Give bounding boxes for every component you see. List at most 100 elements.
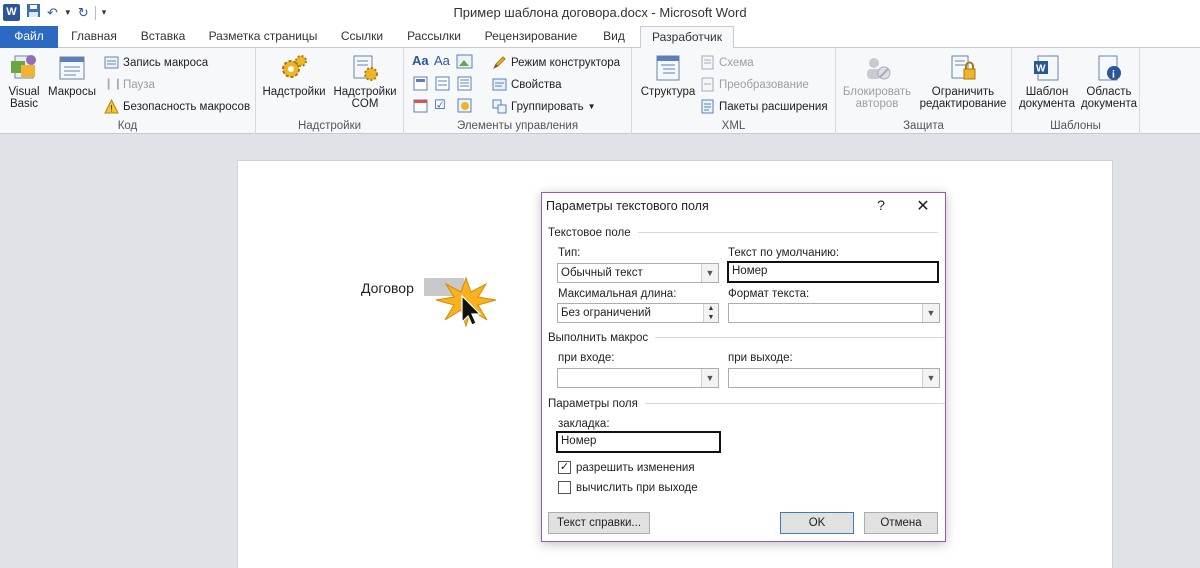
text-format-label: Формат текста: <box>728 288 810 300</box>
properties-icon <box>492 78 507 91</box>
dropdown-list-control-icon[interactable] <box>456 75 473 92</box>
plain-text-control-icon[interactable]: Aa <box>434 53 451 70</box>
properties-button[interactable]: Свойства <box>492 76 562 93</box>
document-info-icon: i <box>1098 55 1121 81</box>
checkbox-box[interactable] <box>558 481 571 494</box>
fill-in-enabled-checkbox[interactable]: ✓ разрешить изменения <box>558 461 695 474</box>
picture-control-icon[interactable] <box>456 53 473 70</box>
group-button[interactable]: Группировать ▼ <box>492 98 596 115</box>
pause-button[interactable]: ❙❙ Пауза <box>104 76 155 93</box>
tab-references[interactable]: Ссылки <box>330 26 394 48</box>
lock-icon <box>951 55 976 80</box>
group-addins: Надстройки Надстройки COM Надстройки <box>256 48 404 134</box>
click-highlight-icon <box>435 276 497 328</box>
word-document-icon: W <box>1034 55 1059 81</box>
visual-basic-label: Visual Basic <box>8 86 40 110</box>
max-length-value: Без ограничений <box>561 307 651 319</box>
record-macro-icon <box>104 56 119 69</box>
addins-button[interactable]: Надстройки <box>262 53 326 98</box>
group-protect-label: Защита <box>903 120 944 132</box>
com-addins-icon <box>353 55 378 81</box>
checkbox-control-icon[interactable]: ☑ <box>434 97 451 114</box>
block-authors-button[interactable]: Блокировать авторов <box>838 53 916 110</box>
ok-button[interactable]: OK <box>780 512 854 534</box>
schema-button[interactable]: Схема <box>700 54 754 71</box>
macros-icon <box>59 56 85 80</box>
group-code-label: Код <box>117 120 138 132</box>
record-macro-label: Запись макроса <box>123 56 209 69</box>
max-length-label: Максимальная длина: <box>558 288 677 300</box>
pause-label: Пауза <box>123 78 155 91</box>
checkbox-box[interactable]: ✓ <box>558 461 571 474</box>
macros-label: Макросы <box>48 86 96 98</box>
window-title: Пример шаблона договора.docx - Microsoft… <box>453 5 747 20</box>
section-text-field: Текстовое поле <box>548 227 938 239</box>
text-field-options-dialog: Параметры текстового поля ? ✕ Текстовое … <box>541 192 946 542</box>
max-length-input[interactable]: Без ограничений ▲ ▼ <box>557 303 719 323</box>
group-addins-label: Надстройки <box>297 120 362 132</box>
restrict-editing-button[interactable]: Ограничить редактирование <box>916 53 1010 110</box>
schema-icon <box>701 55 714 70</box>
group-label: Группировать <box>511 100 584 113</box>
chevron-down-icon: ▼ <box>701 264 718 282</box>
design-mode-label: Режим конструктора <box>511 56 621 69</box>
text-format-select[interactable]: ▼ <box>728 303 940 323</box>
tab-mailings[interactable]: Рассылки <box>398 26 470 48</box>
group-templates: W Шаблон документа i Область документа Ш… <box>1012 48 1140 134</box>
calculate-on-exit-checkbox[interactable]: вычислить при выходе <box>558 481 698 494</box>
com-addins-button[interactable]: Надстройки COM <box>330 53 400 110</box>
building-block-control-icon[interactable] <box>412 75 429 92</box>
structure-button[interactable]: Структура <box>638 53 698 98</box>
section-divider <box>637 232 938 234</box>
transform-label: Преобразование <box>719 78 809 91</box>
tab-file[interactable]: Файл <box>0 26 58 48</box>
document-template-button[interactable]: W Шаблон документа <box>1016 53 1078 110</box>
tab-page-layout[interactable]: Разметка страницы <box>200 26 326 48</box>
rich-text-control-icon[interactable]: Aa <box>412 53 429 70</box>
type-select[interactable]: Обычный текст ▼ <box>557 263 719 283</box>
cancel-button[interactable]: Отмена <box>864 512 938 534</box>
close-icon[interactable]: ✕ <box>914 196 932 216</box>
on-entry-select[interactable]: ▼ <box>557 368 719 388</box>
tab-insert[interactable]: Вставка <box>130 26 196 48</box>
group-controls: Aa Aa ☑ Режим конструктора Свойства Груп… <box>404 48 632 134</box>
block-authors-label: Блокировать авторов <box>842 86 912 110</box>
addins-label: Надстройки <box>262 86 326 98</box>
visual-basic-icon <box>11 55 36 79</box>
transform-icon <box>701 77 714 92</box>
tab-view[interactable]: Вид <box>592 26 636 48</box>
combo-box-control-icon[interactable] <box>434 75 451 92</box>
on-entry-label: при входе: <box>558 352 615 364</box>
spinner-arrows-icon[interactable]: ▲ ▼ <box>703 304 718 322</box>
dialog-title: Параметры текстового поля <box>546 199 709 213</box>
design-mode-button[interactable]: Режим конструктора <box>492 54 620 71</box>
section-run-macro-label: Выполнить макрос <box>548 332 649 344</box>
chevron-down-icon: ▼ <box>922 369 939 387</box>
legacy-tools-icon[interactable] <box>456 97 473 114</box>
help-icon[interactable]: ? <box>872 197 890 213</box>
restrict-editing-label: Ограничить редактирование <box>919 86 1007 110</box>
com-addins-label: Надстройки COM <box>333 86 397 110</box>
default-text-input[interactable]: Номер <box>727 261 939 283</box>
tab-home[interactable]: Главная <box>62 26 126 48</box>
on-exit-select[interactable]: ▼ <box>728 368 940 388</box>
bookmark-label: закладка: <box>558 418 610 430</box>
expansion-packs-button[interactable]: Пакеты расширения <box>700 98 828 115</box>
document-panel-label: Область документа <box>1080 86 1138 110</box>
tab-review[interactable]: Рецензирование <box>474 26 588 48</box>
macro-security-button[interactable]: ! Безопасность макросов <box>104 98 250 115</box>
bookmark-input[interactable]: Номер <box>556 431 721 453</box>
xml-structure-icon <box>656 55 680 81</box>
expansion-packs-icon <box>701 99 714 114</box>
macros-button[interactable]: Макросы <box>46 53 98 98</box>
gears-icon <box>282 55 307 78</box>
transform-button[interactable]: Преобразование <box>700 76 809 93</box>
help-text-button[interactable]: Текст справки... <box>548 512 650 534</box>
group-templates-label: Шаблоны <box>1050 120 1101 132</box>
document-panel-button[interactable]: i Область документа <box>1078 53 1140 110</box>
date-picker-control-icon[interactable] <box>412 97 429 114</box>
record-macro-button[interactable]: Запись макроса <box>104 54 208 71</box>
tab-developer[interactable]: Разработчик <box>640 26 734 49</box>
visual-basic-button[interactable]: Visual Basic <box>4 53 44 110</box>
document-template-label: Шаблон документа <box>1018 86 1076 110</box>
